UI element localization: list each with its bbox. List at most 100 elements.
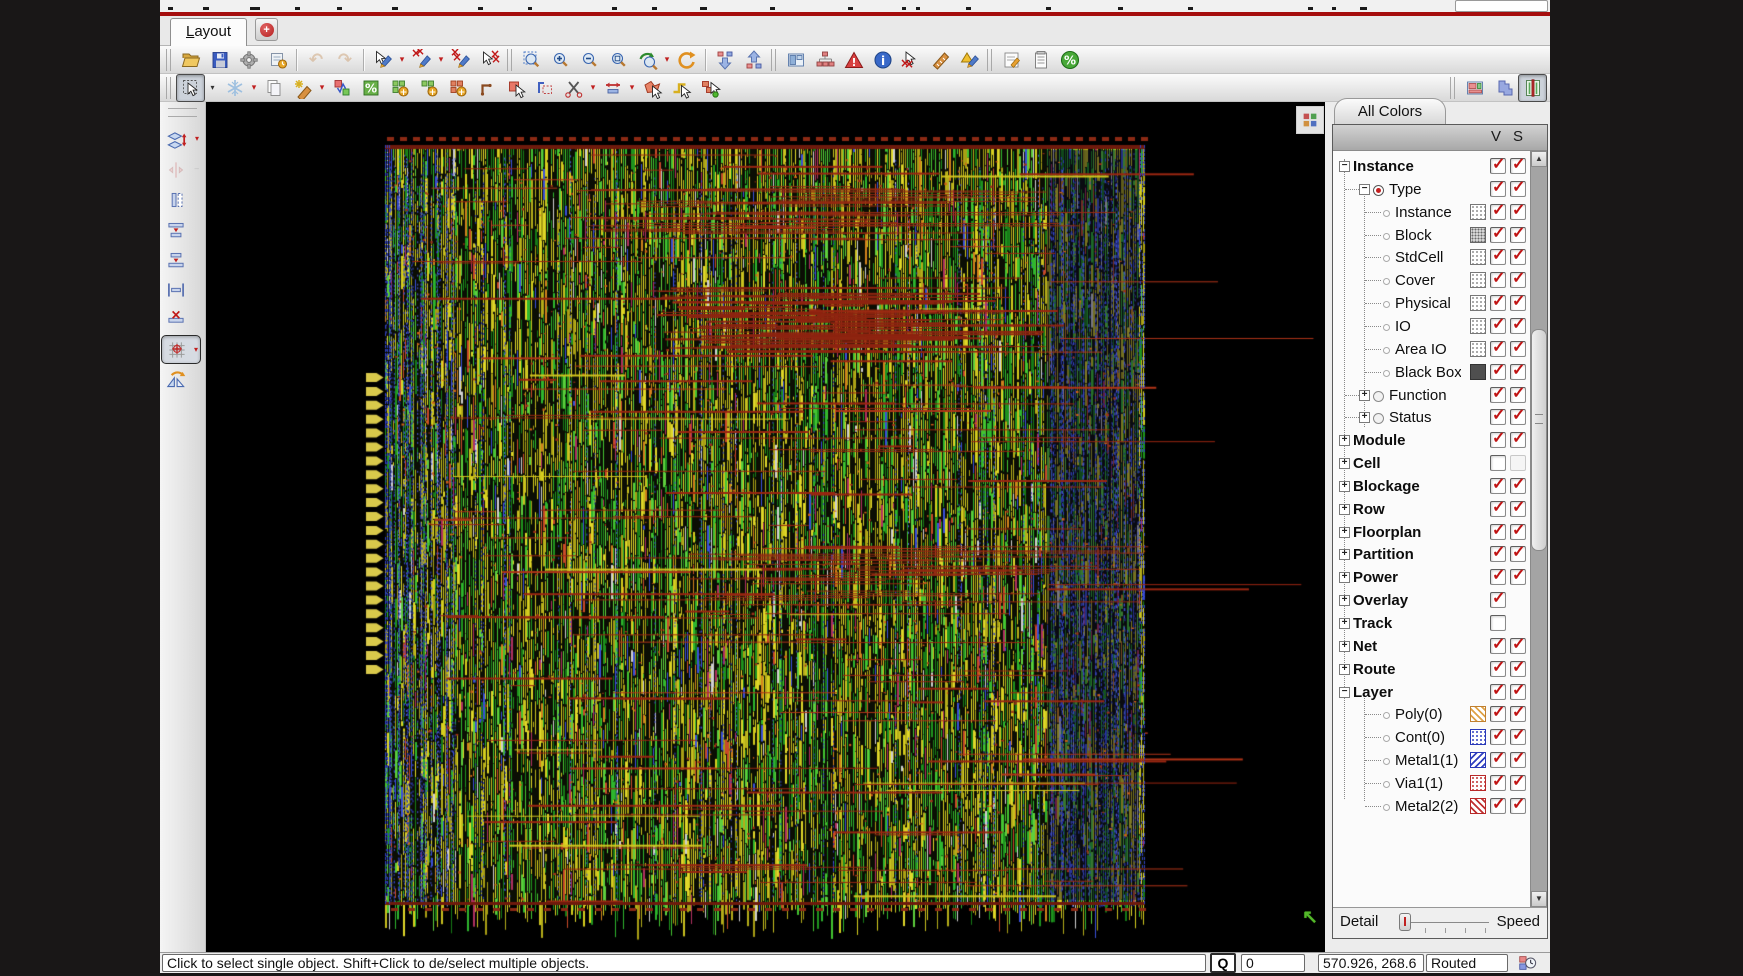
align-objects-button[interactable]: –	[161, 155, 201, 184]
report-pad-button[interactable]	[1026, 46, 1055, 74]
summary-panel-button[interactable]	[781, 46, 810, 74]
tree-row-via1-1-[interactable]: Via1(1)✓✓	[1333, 772, 1530, 795]
visibility-checkbox[interactable]	[1490, 455, 1506, 471]
snap-to-grid-button[interactable]: ▾	[161, 335, 201, 364]
selectability-checkbox[interactable]: ✓	[1510, 706, 1526, 722]
query-button[interactable]: Q	[1210, 953, 1236, 973]
ascend-hierarchy-button[interactable]	[739, 46, 768, 74]
layout-viewport[interactable]: ↖	[206, 102, 1325, 952]
dropdown-arrow-icon[interactable]: ▾	[627, 75, 637, 101]
tree-row-instance[interactable]: Instance✓✓	[1333, 201, 1530, 224]
expand-icon[interactable]: +	[1339, 549, 1350, 560]
color-swatch[interactable]	[1470, 227, 1486, 243]
color-swatch[interactable]	[1470, 295, 1486, 311]
expand-icon[interactable]: +	[1339, 595, 1350, 606]
selectability-checkbox[interactable]: ✓	[1510, 478, 1526, 494]
radio-icon[interactable]	[1373, 391, 1384, 402]
visibility-checkbox[interactable]: ✓	[1490, 387, 1506, 403]
selectability-checkbox[interactable]: ✓	[1510, 432, 1526, 448]
dropdown-arrow-icon[interactable]: ▾	[194, 345, 198, 354]
visibility-checkbox[interactable]: ✓	[1490, 478, 1506, 494]
radio-icon[interactable]	[1373, 185, 1384, 196]
color-swatch[interactable]	[1470, 729, 1486, 745]
history-button[interactable]	[1512, 953, 1542, 973]
violation-browser-button[interactable]: !	[839, 46, 868, 74]
visibility-checkbox[interactable]: ✓	[1490, 272, 1506, 288]
tree-row-blockage[interactable]: +Blockage✓✓	[1333, 475, 1530, 498]
slider-groove[interactable]	[1401, 922, 1489, 923]
select-mode-button[interactable]	[176, 74, 205, 102]
expand-icon[interactable]: +	[1339, 641, 1350, 652]
design-mode-field[interactable]: Routed	[1426, 954, 1508, 972]
flip-rotate-button[interactable]	[161, 365, 201, 394]
menu-search-input[interactable]	[1455, 0, 1548, 12]
tree-row-net[interactable]: +Net✓✓	[1333, 635, 1530, 658]
tab-all-colors[interactable]: All Colors	[1334, 98, 1446, 124]
tree-row-status[interactable]: +Status✓✓	[1333, 406, 1530, 429]
redo-button[interactable]: ↷	[330, 46, 359, 74]
visibility-checkbox[interactable]: ✓	[1490, 524, 1506, 540]
selectability-checkbox[interactable]: ✓	[1510, 387, 1526, 403]
copy-object-button[interactable]	[259, 74, 288, 102]
expand-icon[interactable]: +	[1339, 481, 1350, 492]
expand-icon[interactable]: +	[1339, 618, 1350, 629]
dropdown-arrow-icon[interactable]: ▾	[317, 75, 327, 101]
toolbar-handle[interactable]	[1450, 77, 1455, 99]
query-select-tool-button[interactable]: ××	[475, 46, 504, 74]
color-swatch[interactable]	[1470, 752, 1486, 768]
zoom-selection-button[interactable]	[517, 46, 546, 74]
selectability-checkbox[interactable]: ✓	[1510, 798, 1526, 814]
tree-row-partition[interactable]: +Partition✓✓	[1333, 543, 1530, 566]
toolbar-handle[interactable]	[166, 49, 171, 71]
selectability-checkbox[interactable]: ✓	[1510, 318, 1526, 334]
tree-row-poly-0-[interactable]: Poly(0)✓✓	[1333, 703, 1530, 726]
selectability-checkbox[interactable]: ✓	[1510, 752, 1526, 768]
selectability-checkbox[interactable]: ✓	[1510, 364, 1526, 380]
tree-row-overlay[interactable]: +Overlay✓	[1333, 589, 1530, 612]
edit-route-button[interactable]	[666, 74, 695, 102]
selectability-checkbox[interactable]: ✓	[1510, 729, 1526, 745]
radio-icon[interactable]	[1373, 413, 1384, 424]
edit-wire-button[interactable]	[327, 74, 356, 102]
scrollbar-thumb[interactable]	[1531, 329, 1547, 551]
color-swatch[interactable]	[1470, 775, 1486, 791]
color-swatch[interactable]	[1470, 318, 1486, 334]
visibility-checkbox[interactable]: ✓	[1490, 158, 1506, 174]
set-edit-layer-button[interactable]: ▾	[161, 125, 201, 154]
toolbar-grip[interactable]	[168, 108, 197, 117]
cut-wire-button[interactable]	[559, 74, 588, 102]
add-block-button[interactable]: +	[414, 74, 443, 102]
utilization-button[interactable]: %	[1055, 46, 1084, 74]
dropdown-arrow-icon[interactable]: –	[195, 164, 199, 173]
edit-shapes-button[interactable]	[695, 74, 724, 102]
dropdown-arrow-icon[interactable]: ▾	[662, 47, 672, 73]
selectability-checkbox[interactable]: ✓	[1510, 684, 1526, 700]
expand-icon[interactable]: +	[1339, 458, 1350, 469]
tree-row-block[interactable]: Block✓✓	[1333, 224, 1530, 247]
redraw-button[interactable]	[672, 46, 701, 74]
menu-strip[interactable]	[160, 0, 1550, 12]
set-density-button[interactable]: %	[356, 74, 385, 102]
tab-layout[interactable]: Layout	[170, 18, 247, 46]
freeze-display-button[interactable]	[220, 74, 249, 102]
space-objects-button[interactable]	[161, 275, 201, 304]
selectability-checkbox[interactable]: ✓	[1510, 661, 1526, 677]
selectability-checkbox[interactable]: ✓	[1510, 638, 1526, 654]
selectability-checkbox[interactable]: ✓	[1510, 341, 1526, 357]
color-swatch[interactable]	[1470, 204, 1486, 220]
tree-row-instance[interactable]: −Instance✓✓	[1333, 155, 1530, 178]
visibility-checkbox[interactable]: ✓	[1490, 249, 1506, 265]
visibility-checkbox[interactable]: ✓	[1490, 295, 1506, 311]
collapse-icon[interactable]: −	[1339, 161, 1350, 172]
selectability-checkbox[interactable]: ✓	[1510, 775, 1526, 791]
selectability-checkbox[interactable]: ✓	[1510, 204, 1526, 220]
toolbar-handle[interactable]	[166, 77, 171, 99]
align-bottom-button[interactable]	[161, 245, 201, 274]
selectability-checkbox[interactable]: ✓	[1510, 227, 1526, 243]
scroll-down-icon[interactable]: ▼	[1531, 891, 1547, 907]
visibility-checkbox[interactable]: ✓	[1490, 181, 1506, 197]
tree-row-function[interactable]: +Function✓✓	[1333, 384, 1530, 407]
visibility-checkbox[interactable]: ✓	[1490, 227, 1506, 243]
tree-row-floorplan[interactable]: +Floorplan✓✓	[1333, 521, 1530, 544]
selectability-checkbox[interactable]: ✓	[1510, 569, 1526, 585]
